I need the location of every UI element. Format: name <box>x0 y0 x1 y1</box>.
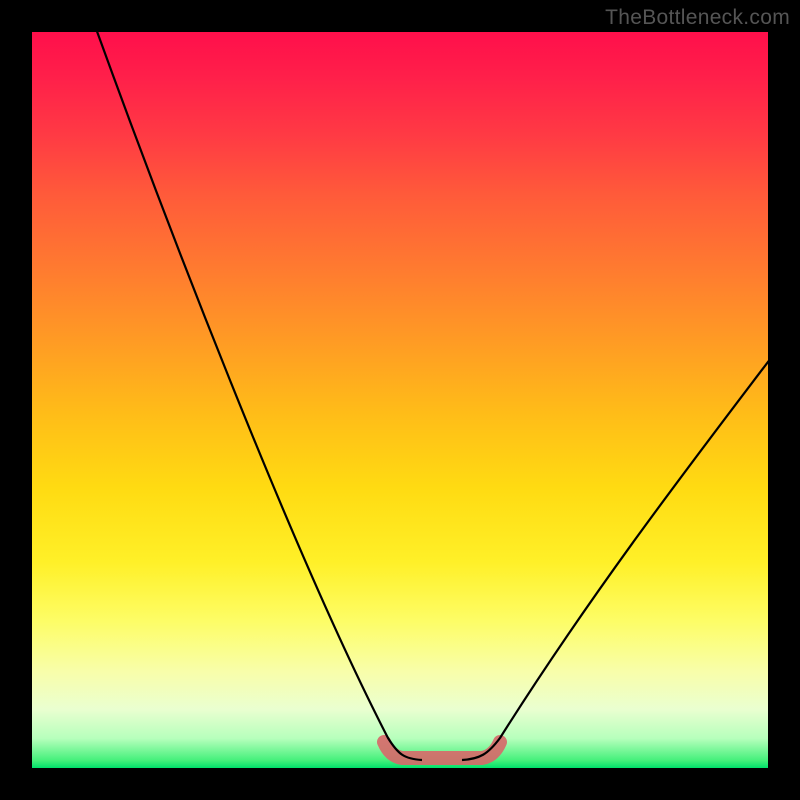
watermark-text: TheBottleneck.com <box>605 6 790 30</box>
bottleneck-curve-left <box>90 32 422 760</box>
chart-plot-area <box>32 32 768 768</box>
bottleneck-curve-right <box>462 354 768 760</box>
chart-svg <box>32 32 768 768</box>
